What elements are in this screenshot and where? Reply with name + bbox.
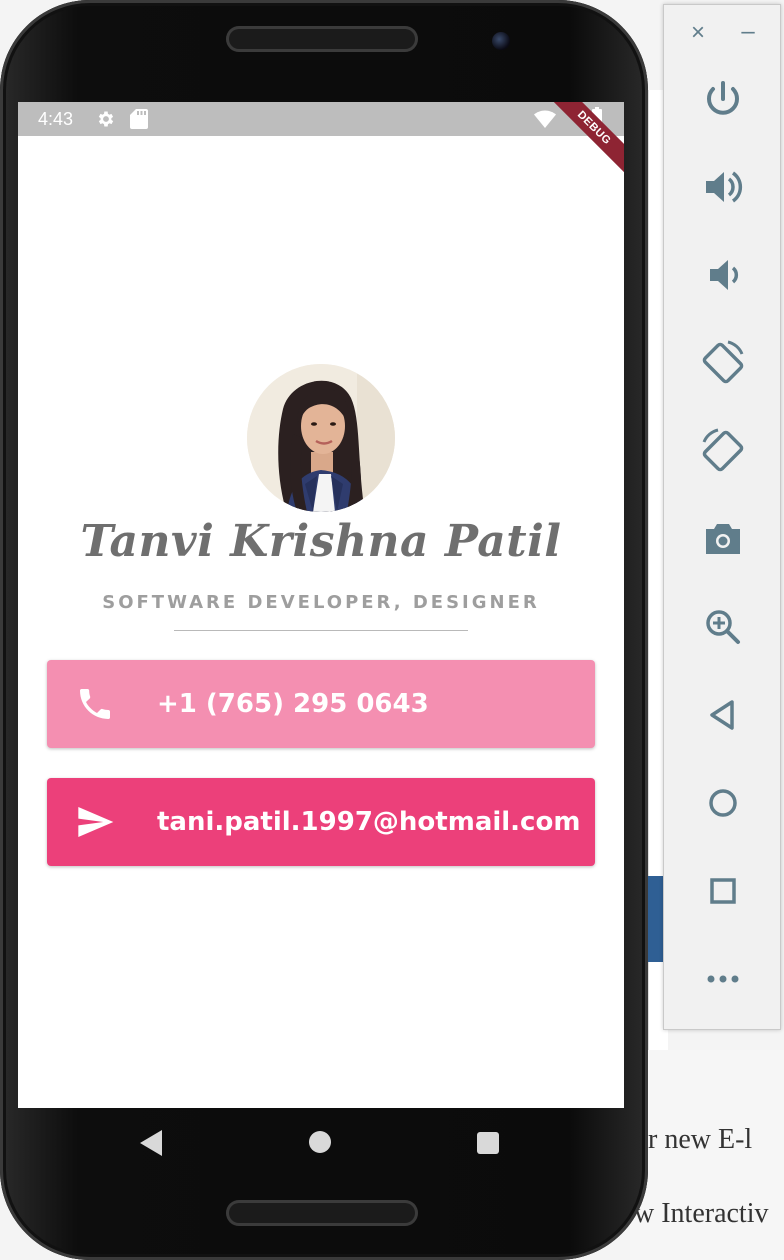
settings-gear-icon [98,111,114,127]
volume-up-icon[interactable] [698,162,748,212]
phone-icon [80,689,110,719]
rotate-right-icon[interactable] [698,426,748,476]
back-icon[interactable] [698,690,748,740]
zoom-icon[interactable] [698,602,748,652]
android-recents-icon[interactable] [477,1132,499,1154]
emulator-toolbar: × – [663,4,781,1030]
profile-avatar [247,364,395,512]
email-address: tani.patil.1997@hotmail.com [157,807,581,837]
profile-photo [247,364,395,512]
sd-card-icon [130,109,148,129]
background-text-line: ur new E-l [634,1124,753,1155]
send-icon [78,807,114,837]
background-text-line: w Interactiv [634,1198,769,1229]
android-home-icon[interactable] [309,1131,331,1153]
email-contact-card[interactable]: tani.patil.1997@hotmail.com [47,778,595,866]
front-camera [492,32,510,50]
minimize-icon[interactable]: – [736,20,760,45]
camera-icon[interactable] [698,514,748,564]
status-bar: 4:43 [18,102,624,136]
wifi-icon [534,110,556,128]
profile-name: Tanvi Krishna Patil [80,516,562,567]
app-screen: 4:43 DEBUG Tanvi Krishna Patil SOFTWARE … [18,102,624,1108]
divider [174,630,468,631]
more-icon[interactable] [698,954,748,1004]
phone-frame: 4:43 DEBUG Tanvi Krishna Patil SOFTWARE … [0,0,648,1260]
android-back-icon[interactable] [140,1130,164,1156]
home-icon[interactable] [698,778,748,828]
phone-contact-card[interactable]: +1 (765) 295 0643 [47,660,595,748]
earpiece-speaker [226,26,418,52]
profile-title: SOFTWARE DEVELOPER, DESIGNER [102,592,540,613]
overview-icon[interactable] [698,866,748,916]
rotate-left-icon[interactable] [698,338,748,388]
power-icon[interactable] [698,75,748,125]
volume-down-icon[interactable] [698,250,748,300]
bottom-speaker [226,1200,418,1226]
phone-number: +1 (765) 295 0643 [157,689,429,719]
close-icon[interactable]: × [686,21,710,45]
status-time: 4:43 [38,109,74,129]
